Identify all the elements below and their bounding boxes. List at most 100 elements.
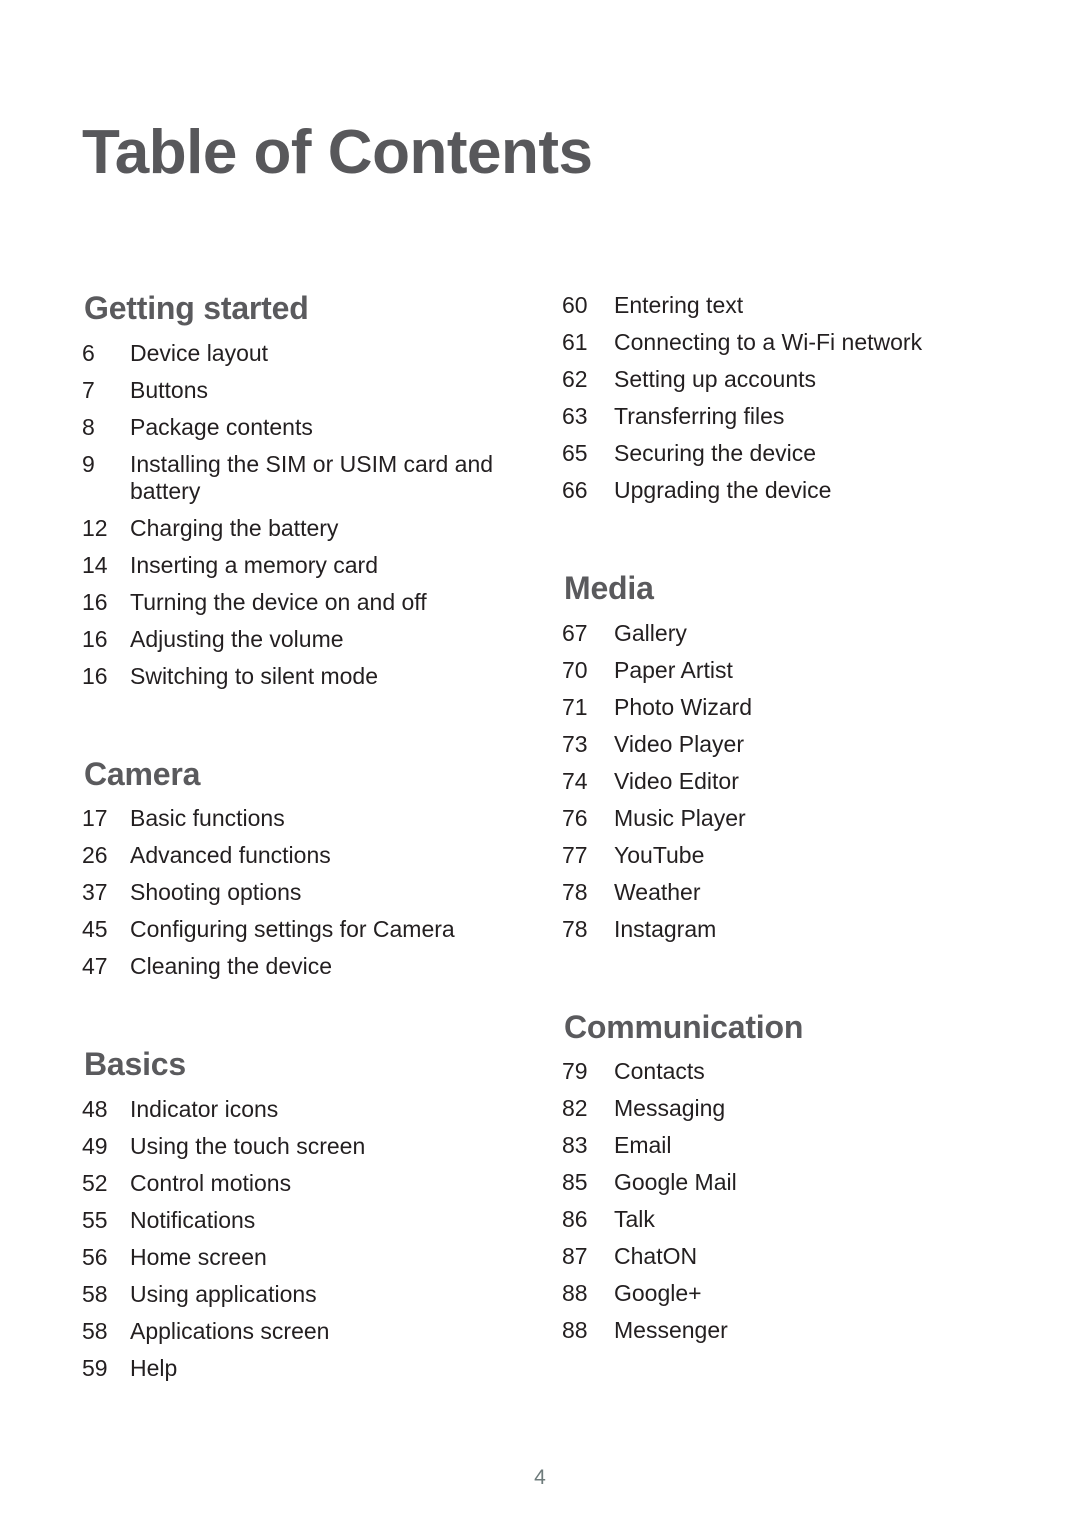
toc-entry[interactable]: 48 Indicator icons: [82, 1096, 552, 1123]
toc-entry-page-number: 73: [562, 730, 588, 757]
toc-entry[interactable]: 86 Talk: [562, 1206, 992, 1233]
toc-entry-page-number: 86: [562, 1206, 588, 1233]
toc-entry-label: Package contents: [130, 413, 313, 440]
toc-entry-label: Home screen: [130, 1243, 267, 1270]
toc-entry-label: Buttons: [130, 376, 208, 403]
toc-entry[interactable]: 73 Video Player: [562, 731, 992, 758]
toc-entry-page-number: 78: [562, 878, 588, 905]
toc-entry[interactable]: 16 Switching to silent mode: [82, 663, 552, 690]
toc-column-right: 60 Entering text 61 Connecting to a Wi-Fi n…: [562, 292, 992, 1354]
toc-entry-label: Using applications: [130, 1280, 317, 1307]
toc-entry-page-number: 66: [562, 477, 588, 503]
toc-entry[interactable]: 45 Configuring settings for Camera: [82, 916, 552, 943]
toc-entry-page-number: 48: [82, 1095, 108, 1122]
toc-entry[interactable]: 47 Cleaning the device: [82, 953, 552, 980]
toc-entry[interactable]: 76 Music Player: [562, 805, 992, 832]
toc-entry[interactable]: 79 Contacts: [562, 1058, 992, 1085]
toc-entry[interactable]: 60 Entering text: [562, 292, 992, 319]
toc-entry-page-number: 74: [562, 767, 588, 794]
toc-entry[interactable]: 78 Weather: [562, 879, 992, 906]
toc-entry[interactable]: 16 Turning the device on and off: [82, 589, 552, 616]
toc-entry[interactable]: 78 Instagram: [562, 916, 992, 943]
toc-entry-label: Messenger: [614, 1317, 728, 1344]
toc-entry-label: Turning the device on and off: [130, 588, 427, 615]
toc-entry[interactable]: 74 Video Editor: [562, 768, 992, 795]
toc-entry-page-number: 65: [562, 440, 588, 466]
toc-entry[interactable]: 52 Control motions: [82, 1170, 552, 1197]
toc-entry[interactable]: 16 Adjusting the volume: [82, 626, 552, 653]
toc-entry[interactable]: 88 Google+: [562, 1280, 992, 1307]
toc-entry-page-number: 79: [562, 1058, 588, 1085]
toc-entry[interactable]: 77 YouTube: [562, 842, 992, 869]
toc-entry-page-number: 59: [82, 1354, 108, 1381]
toc-entry-label: Email: [614, 1132, 672, 1159]
toc-entry-page-number: 70: [562, 656, 588, 683]
toc-entry-page-number: 56: [82, 1243, 108, 1270]
toc-entry-label: Gallery: [614, 619, 687, 646]
toc-section-heading: Communication: [564, 1008, 804, 1045]
toc-entry[interactable]: 87 ChatON: [562, 1243, 992, 1270]
toc-entry[interactable]: 71 Photo Wizard: [562, 694, 992, 721]
toc-entry-label: Transferring files: [614, 403, 785, 429]
toc-entry[interactable]: 6 Device layout: [82, 340, 552, 367]
toc-entry-page-number: 12: [82, 514, 108, 541]
toc-entry[interactable]: 67 Gallery: [562, 620, 992, 647]
toc-section: Camera 17 Basic functions 26 Advanced functi…: [82, 757, 552, 991]
toc-entry[interactable]: 66 Upgrading the device: [562, 477, 992, 504]
toc-entry-page-number: 85: [562, 1169, 588, 1196]
toc-entry[interactable]: 63 Transferring files: [562, 403, 992, 430]
toc-entry-page-number: 87: [562, 1243, 588, 1270]
toc-entry-page-number: 6: [82, 339, 95, 366]
toc-entry-label: Indicator icons: [130, 1095, 279, 1122]
toc-entry[interactable]: 70 Paper Artist: [562, 657, 992, 684]
toc-entry[interactable]: 59 Help: [82, 1355, 552, 1382]
toc-entry[interactable]: 9 Installing the SIM or USIM card and bat…: [82, 451, 552, 505]
toc-entry-page-number: 62: [562, 366, 588, 392]
toc-entry-label: Instagram: [614, 915, 717, 942]
toc-entry-label: Music Player: [614, 804, 746, 831]
toc-section: Getting started 6 Device layout 7 Buttons 8 Pa…: [82, 290, 552, 700]
toc-entry[interactable]: 49 Using the touch screen: [82, 1133, 552, 1160]
toc-entry-label: Basic functions: [130, 805, 285, 832]
toc-entry[interactable]: 7 Buttons: [82, 377, 552, 404]
toc-entry[interactable]: 61 Connecting to a Wi-Fi network: [562, 329, 992, 356]
toc-entry[interactable]: 82 Messaging: [562, 1095, 992, 1122]
toc-entry-page-number: 83: [562, 1132, 588, 1159]
toc-entry[interactable]: 62 Setting up accounts: [562, 366, 992, 393]
toc-entry[interactable]: 65 Securing the device: [562, 440, 992, 467]
page-title: Table of Contents: [82, 118, 593, 187]
toc-entry-label: Messaging: [614, 1095, 726, 1122]
toc-entry[interactable]: 58 Using applications: [82, 1281, 552, 1308]
toc-entry[interactable]: 12 Charging the battery: [82, 515, 552, 542]
toc-entry-page-number: 37: [82, 879, 108, 906]
page-number: 4: [534, 1466, 546, 1489]
toc-section-heading: Media: [564, 570, 654, 606]
toc-entry[interactable]: 56 Home screen: [82, 1244, 552, 1271]
toc-entry[interactable]: 37 Shooting options: [82, 879, 552, 906]
toc-entry-label: Applications screen: [130, 1317, 330, 1344]
toc-entry[interactable]: 8 Package contents: [82, 414, 552, 441]
toc-entry[interactable]: 26 Advanced functions: [82, 842, 552, 869]
toc-entry-label: Advanced functions: [130, 842, 331, 869]
toc-entry-page-number: 26: [82, 842, 108, 869]
toc-entry[interactable]: 83 Email: [562, 1132, 992, 1159]
toc-entry[interactable]: 17 Basic functions: [82, 805, 552, 832]
toc-section-heading: Getting started: [84, 290, 309, 326]
toc-entry-page-number: 88: [562, 1280, 588, 1307]
toc-entry-label: Charging the battery: [130, 514, 339, 541]
toc-entry-page-number: 45: [82, 916, 108, 943]
toc-entry-label: Installing the SIM or USIM card and batt…: [130, 450, 494, 504]
toc-entry[interactable]: 88 Messenger: [562, 1317, 992, 1344]
toc-entry-page-number: 7: [82, 376, 95, 403]
toc-entry[interactable]: 55 Notifications: [82, 1207, 552, 1234]
toc-entry[interactable]: 85 Google Mail: [562, 1169, 992, 1196]
toc-entry-page-number: 16: [82, 625, 108, 652]
toc-entry-page-number: 8: [82, 413, 95, 440]
toc-entry-page-number: 71: [562, 693, 588, 720]
toc-entry-label: Switching to silent mode: [130, 662, 379, 689]
toc-entry[interactable]: 14 Inserting a memory card: [82, 552, 552, 579]
toc-section: Media 67 Gallery 70 Paper Artist 71 Photo Wiza…: [562, 570, 992, 953]
toc-entry[interactable]: 58 Applications screen: [82, 1318, 552, 1345]
toc-entry-label: Help: [130, 1354, 178, 1381]
toc-entry-list: 6 Device layout 7 Buttons 8 Package contents 9…: [82, 340, 552, 690]
